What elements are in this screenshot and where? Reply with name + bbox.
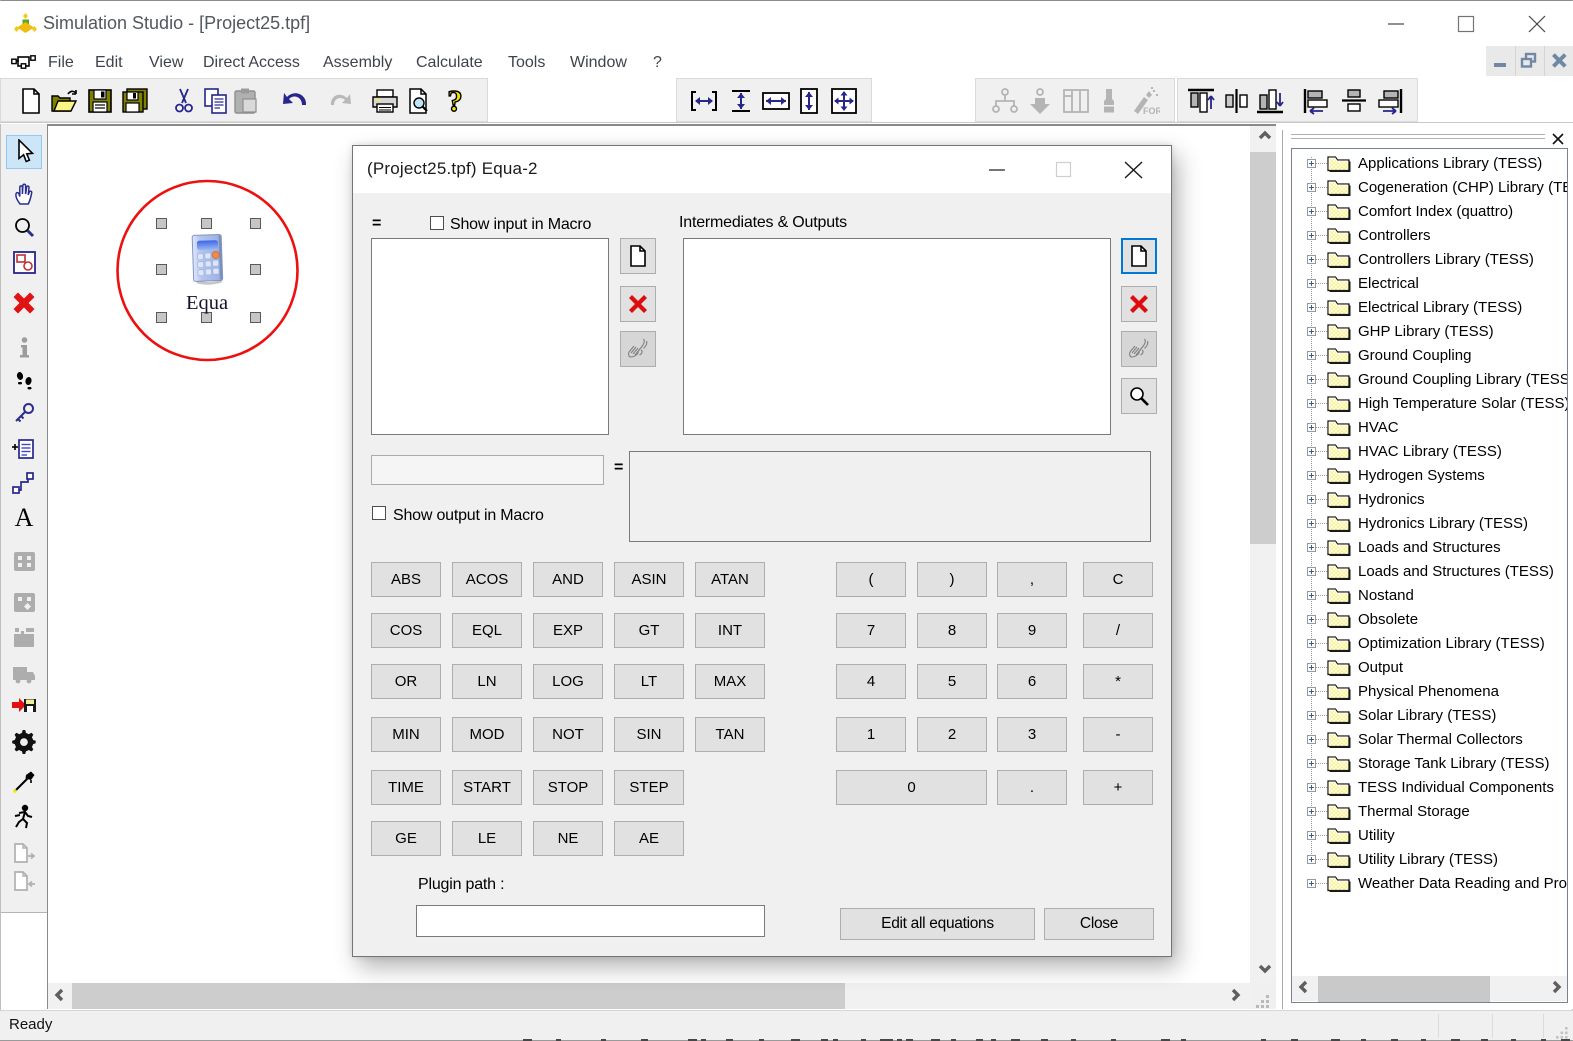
svg-text:FOR: FOR: [1143, 106, 1160, 115]
svg-text:?: ?: [447, 86, 463, 116]
